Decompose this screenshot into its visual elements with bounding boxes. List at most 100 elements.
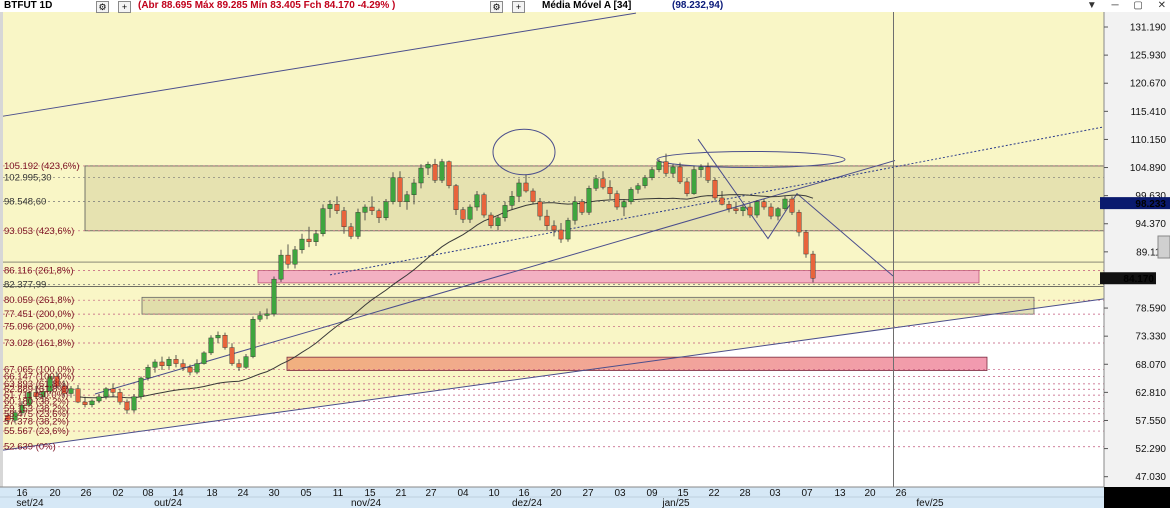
date-tick-label: 04 (457, 488, 469, 499)
candle-body (292, 249, 298, 265)
price-tick-label: 62.810 (1135, 388, 1166, 399)
candle-body (320, 208, 326, 234)
collapse-icon[interactable]: ▼ (1087, 0, 1097, 11)
candle-body (68, 388, 74, 394)
add-indicator-button[interactable]: + (118, 1, 131, 13)
chart-header: BTFUT 1D ⚙ + (Abr 88.695 Máx 89.285 Mín … (0, 0, 1170, 13)
candle-body (257, 315, 263, 320)
indicator-label: Média Móvel A [34] (542, 0, 632, 11)
pink-zone (257, 270, 980, 284)
settings-button[interactable]: ⚙ (96, 1, 109, 13)
candle-body (173, 359, 179, 364)
candle-body (404, 194, 410, 202)
date-tick-label: 08 (142, 488, 154, 499)
date-tick-label: 05 (300, 488, 312, 499)
candle-body (607, 187, 613, 194)
candle-body (782, 198, 788, 209)
price-tick-label: 47.030 (1135, 472, 1166, 483)
indicator-settings-button[interactable]: ⚙ (490, 1, 503, 13)
candle-body (355, 212, 361, 237)
month-label: nov/24 (351, 498, 381, 508)
level-label: 86.116 (261,8%) (4, 266, 74, 277)
candle-body (530, 190, 536, 202)
date-tick-label: 11 (333, 488, 344, 499)
candle-body (201, 352, 207, 364)
candle-body (467, 206, 473, 220)
month-label: out/24 (154, 498, 182, 508)
level-label: 105.192 (423,6%) (4, 161, 80, 172)
ohlc-readout: (Abr 88.695 Máx 89.285 Mín 83.405 Fch 84… (138, 0, 396, 11)
candle-body (705, 166, 711, 181)
candle-body (390, 177, 396, 202)
level-label: 98.548,60 (4, 196, 46, 207)
candle-body (110, 388, 116, 393)
date-tick-label: 20 (550, 488, 562, 499)
candle-body (754, 201, 760, 216)
candle-body (124, 401, 130, 411)
axis-scroll-handle (1157, 235, 1170, 259)
month-label: fev/25 (916, 498, 944, 508)
chart-canvas[interactable]: 105.192 (423,6%)102.995,30 98.548,60 93.05… (0, 0, 1170, 508)
symbol-label[interactable]: BTFUT 1D (4, 0, 52, 12)
candle-body (586, 188, 592, 213)
price-tick-label: 104.890 (1130, 163, 1167, 174)
price-tick-label: 120.670 (1130, 79, 1167, 90)
last-price-box-text: 84.170 (1123, 274, 1154, 285)
price-tick-label: 131.190 (1130, 23, 1167, 34)
date-tick-label: 03 (614, 488, 626, 499)
maximize-icon[interactable]: ▢ (1133, 0, 1142, 11)
candle-body (103, 388, 109, 397)
candle-body (544, 215, 550, 226)
candle-body (159, 361, 165, 366)
candle-body (761, 201, 767, 208)
candle-body (719, 197, 725, 205)
left-edge (0, 12, 3, 487)
candle-body (558, 229, 564, 240)
candle-body (145, 367, 151, 379)
candle-body (243, 356, 249, 368)
candle-body (502, 205, 508, 218)
date-tick-label: 03 (769, 488, 781, 499)
date-axis: 16 20 26 02 08 14 18 24 30 05 11 15 21 27 04 10 16 20 27 03… (0, 486, 1170, 508)
candle-body (810, 253, 816, 279)
candle-body (621, 201, 627, 208)
level-label: 52.639 (0%) (4, 442, 56, 453)
candle-body (285, 254, 291, 265)
candle-body (397, 177, 403, 202)
minimize-icon[interactable]: ─ (1112, 0, 1119, 11)
candle-body (264, 313, 270, 316)
close-icon[interactable]: ✕ (1158, 0, 1166, 11)
candle-body (635, 185, 641, 190)
candle-body (572, 201, 578, 221)
price-tick-label: 115.410 (1131, 107, 1167, 118)
candle-body (418, 167, 424, 184)
indicator-add-button[interactable]: + (512, 1, 525, 13)
candle-body (691, 169, 697, 194)
candle-body (663, 161, 669, 174)
candle-body (432, 164, 438, 181)
candle-body (75, 388, 81, 403)
candle-body (152, 361, 158, 368)
candle-body (187, 367, 193, 373)
price-axis: 131.190 125.930 120.670 115.410 110.150 104.8… (1100, 12, 1170, 487)
level-label: 102.995,30 (4, 173, 52, 184)
candle-body (194, 363, 200, 373)
date-tick-label: 13 (834, 488, 846, 499)
last-price-box: 84.170 (1100, 272, 1156, 285)
price-tick-label: 57.550 (1135, 416, 1166, 427)
candle-body (670, 166, 676, 174)
candle-body (425, 164, 431, 169)
price-tick-label: 125.930 (1130, 51, 1167, 62)
candle-body (614, 193, 620, 208)
candle-body (642, 177, 648, 186)
price-tick-label: 94.370 (1135, 219, 1166, 230)
candle-body (250, 319, 256, 357)
candle-body (579, 201, 585, 213)
candle-body (551, 225, 557, 231)
date-tick-label: 09 (646, 488, 658, 499)
candle-body (726, 204, 732, 209)
ma-price-box: 98.233 (1100, 197, 1170, 210)
candle-body (208, 337, 214, 354)
candle-body (649, 169, 655, 178)
candle-body (796, 212, 802, 233)
